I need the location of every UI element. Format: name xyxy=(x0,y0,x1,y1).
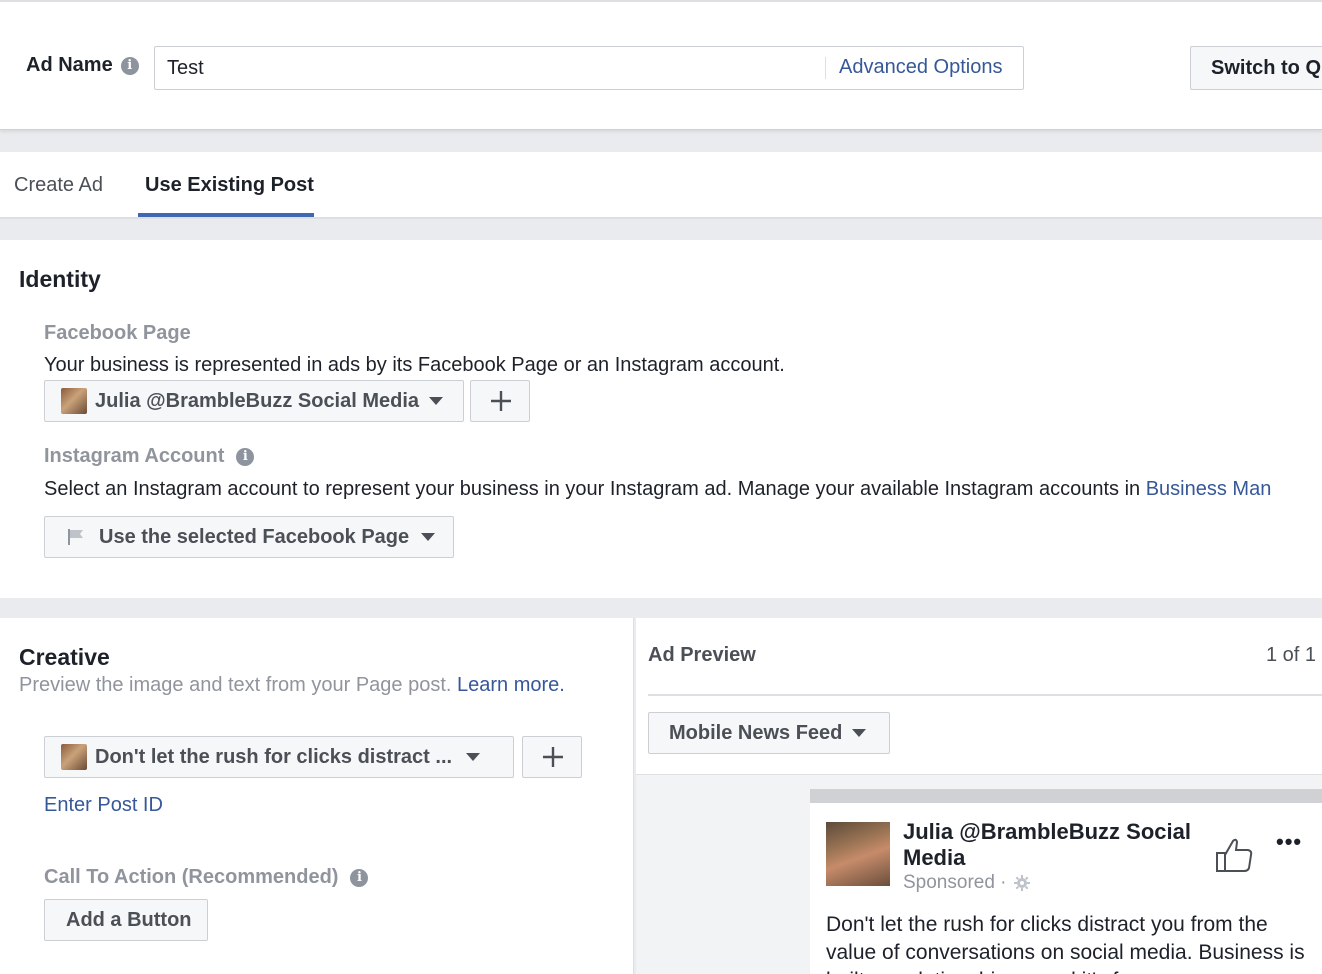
preview-divider xyxy=(648,694,1322,696)
post-preview-card: Julia @BrambleBuzz Social Media Sponsore… xyxy=(810,803,1322,974)
identity-title: Identity xyxy=(19,266,101,292)
post-thumbnail xyxy=(61,744,87,770)
instagram-account-label-text: Instagram Account xyxy=(44,445,225,467)
info-icon[interactable]: i xyxy=(120,56,139,75)
instagram-description: Select an Instagram account to represent… xyxy=(44,478,1271,501)
call-to-action-label-text: Call To Action (Recommended) xyxy=(44,866,339,888)
post-text: Don't let the rush for clicks distract y… xyxy=(826,913,1305,974)
chevron-down-icon xyxy=(466,753,481,761)
creative-subtitle: Preview the image and text from your Pag… xyxy=(19,674,565,697)
post-select[interactable]: Don't let the rush for clicks distract .… xyxy=(44,736,514,778)
add-post-button[interactable] xyxy=(522,736,582,778)
placement-selected: Mobile News Feed xyxy=(669,721,843,744)
ad-name-field[interactable]: Test Advanced Options xyxy=(154,46,1024,90)
instagram-description-text: Select an Instagram account to represent… xyxy=(44,478,1141,500)
identity-section: Identity Facebook Page Your business is … xyxy=(0,240,1322,598)
add-a-button[interactable]: Add a Button xyxy=(44,899,208,941)
call-to-action-label: Call To Action (Recommended) i xyxy=(44,866,369,889)
ad-name-label: Ad Name xyxy=(26,54,113,76)
creation-tabs: Create Ad Use Existing Post xyxy=(0,152,1322,219)
advanced-options-link[interactable]: Advanced Options xyxy=(839,56,1002,79)
page-avatar xyxy=(61,388,87,414)
instagram-selected: Use the selected Facebook Page xyxy=(99,525,410,548)
plus-icon xyxy=(491,391,511,411)
flag-icon xyxy=(68,529,83,545)
creative-subtitle-text: Preview the image and text from your Pag… xyxy=(19,674,452,696)
sponsored-text: Sponsored · xyxy=(903,872,1007,893)
tab-use-existing-post[interactable]: Use Existing Post xyxy=(145,174,314,197)
phone-frame xyxy=(810,789,1322,803)
ad-name-label-group: Ad Name i xyxy=(26,54,139,77)
business-manager-link[interactable]: Business Man xyxy=(1146,478,1272,500)
creative-section: Creative Preview the image and text from… xyxy=(0,618,634,974)
preview-canvas: Julia @BrambleBuzz Social Media Sponsore… xyxy=(636,774,1322,974)
info-icon[interactable]: i xyxy=(350,868,369,887)
instagram-account-label: Instagram Account i xyxy=(44,445,255,468)
facebook-page-label: Facebook Page xyxy=(44,322,191,345)
plus-icon xyxy=(543,747,563,767)
facebook-page-description: Your business is represented in ads by i… xyxy=(44,354,785,376)
facebook-page-label-text: Facebook Page xyxy=(44,322,191,344)
like-icon[interactable] xyxy=(1214,835,1254,875)
ad-name-bar: Ad Name i Test Advanced Options Switch t… xyxy=(0,0,1322,130)
facebook-page-select[interactable]: Julia @BrambleBuzz Social Media xyxy=(44,380,464,422)
add-page-button[interactable] xyxy=(470,380,530,422)
post-avatar xyxy=(826,822,890,886)
ads-manager-window: Ad Name i Test Advanced Options Switch t… xyxy=(0,0,1322,974)
instagram-account-select[interactable]: Use the selected Facebook Page xyxy=(44,516,454,558)
tab-create-ad[interactable]: Create Ad xyxy=(14,174,103,197)
enter-post-id-link[interactable]: Enter Post ID xyxy=(44,794,163,817)
gear-icon xyxy=(1013,875,1030,891)
chevron-down-icon xyxy=(429,397,444,405)
learn-more-link[interactable]: Learn more. xyxy=(457,674,565,696)
chevron-down-icon xyxy=(421,533,436,541)
info-icon[interactable]: i xyxy=(236,447,255,466)
more-options-icon[interactable]: ••• xyxy=(1276,829,1302,855)
field-divider xyxy=(825,57,826,79)
facebook-page-selected: Julia @BrambleBuzz Social Media xyxy=(95,389,420,412)
chevron-down-icon xyxy=(852,729,867,737)
switch-to-quick-button[interactable]: Switch to Qu xyxy=(1190,46,1322,90)
preview-count: 1 of 1 xyxy=(1266,644,1317,666)
ad-name-value[interactable]: Test xyxy=(167,57,204,80)
ad-preview-section: Ad Preview 1 of 1 Mobile News Feed Julia… xyxy=(636,618,1322,974)
placement-select[interactable]: Mobile News Feed xyxy=(648,712,890,754)
post-selected: Don't let the rush for clicks distract .… xyxy=(95,745,453,768)
active-tab-indicator xyxy=(138,213,314,217)
post-page-name: Julia @BrambleBuzz Social Media xyxy=(903,819,1191,870)
creative-title: Creative xyxy=(19,644,110,670)
ad-preview-title: Ad Preview xyxy=(648,644,756,666)
post-sponsored: Sponsored · xyxy=(903,872,1031,894)
